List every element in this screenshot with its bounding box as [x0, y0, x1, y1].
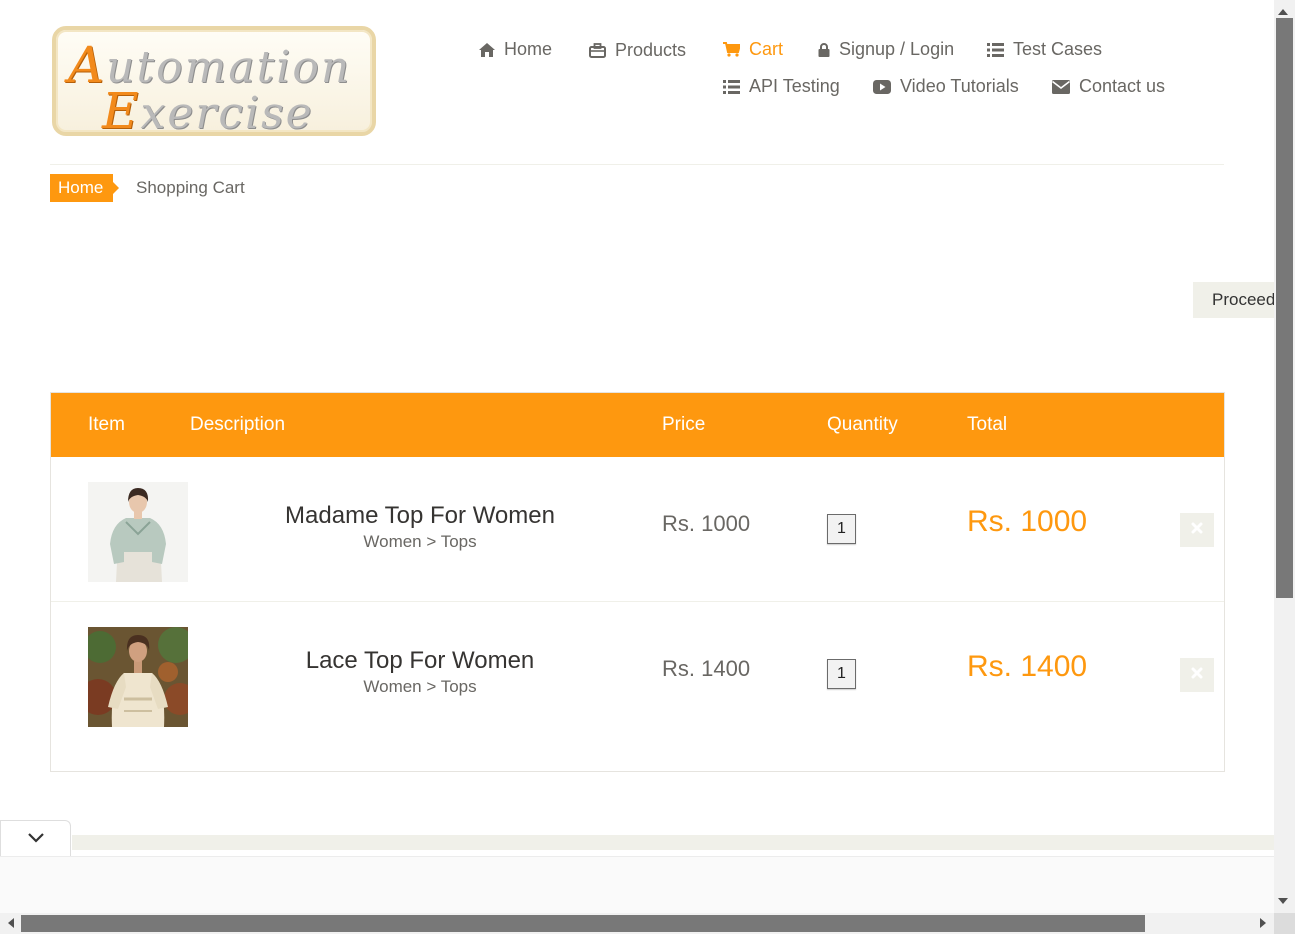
breadcrumb-current: Shopping Cart	[136, 178, 245, 197]
scrollbar-corner	[1274, 913, 1295, 934]
nav-contact-us[interactable]: Contact us	[1052, 76, 1165, 97]
collapse-panel-tab[interactable]	[0, 820, 71, 856]
close-icon	[1191, 666, 1203, 684]
product-category: Women > Tops	[363, 532, 477, 551]
nav-home-label: Home	[504, 39, 553, 59]
nav-home[interactable]: Home	[479, 39, 552, 60]
nav-video-tutorials[interactable]: Video Tutorials	[873, 76, 1019, 97]
close-icon	[1191, 521, 1203, 539]
footer-strip	[72, 835, 1274, 850]
home-icon	[479, 42, 495, 57]
cart-table-header: Item Description Price Quantity Total	[51, 393, 1224, 457]
woman-in-floral-shirt-photo	[88, 482, 188, 582]
product-category: Women > Tops	[363, 677, 477, 696]
nav-test-cases-label: Test Cases	[1013, 39, 1103, 59]
nav-products-label: Products	[615, 40, 687, 60]
product-name[interactable]: Lace Top For Women	[220, 647, 620, 675]
woman-in-lace-top-photo	[88, 627, 188, 727]
nav-api-testing[interactable]: API Testing	[723, 76, 840, 97]
product-image[interactable]	[88, 482, 188, 582]
logo-line-exercise: Exercise	[102, 82, 314, 140]
horizontal-scrollbar-thumb[interactable]	[21, 915, 1145, 932]
nav-cart[interactable]: Cart	[723, 39, 783, 60]
product-price: Rs. 1400	[662, 656, 751, 681]
product-image[interactable]	[88, 627, 188, 727]
table-row: Lace Top For Women Women > Tops Rs. 1400…	[51, 602, 1224, 747]
list-icon	[723, 79, 740, 94]
scroll-right-arrow-icon[interactable]	[1260, 918, 1266, 928]
product-total: Rs. 1000	[967, 505, 1088, 538]
lock-icon	[818, 42, 830, 57]
header-price: Price	[662, 414, 706, 435]
briefcase-icon	[589, 43, 606, 58]
site-logo[interactable]: Automation Exercise	[52, 26, 376, 140]
chevron-down-icon	[27, 830, 45, 848]
header-quantity: Quantity	[827, 414, 898, 435]
product-total: Rs. 1400	[967, 650, 1088, 683]
envelope-icon	[1052, 79, 1070, 94]
footer-area	[0, 856, 1274, 913]
nav-contact-us-label: Contact us	[1079, 76, 1166, 96]
header-divider	[50, 164, 1224, 165]
nav-cart-label: Cart	[749, 39, 784, 59]
delete-item-button[interactable]	[1180, 513, 1214, 547]
nav-api-testing-label: API Testing	[749, 76, 840, 96]
youtube-play-icon	[873, 79, 891, 94]
nav-products[interactable]: Products	[589, 40, 686, 61]
header-item: Item	[88, 414, 125, 435]
cart-table: Item Description Price Quantity Total Ma…	[50, 392, 1225, 772]
nav-video-tutorials-label: Video Tutorials	[900, 76, 1019, 96]
nav-test-cases[interactable]: Test Cases	[987, 39, 1102, 60]
scroll-left-arrow-icon[interactable]	[8, 918, 14, 928]
proceed-to-checkout-button[interactable]: Proceed To Checkout	[1193, 282, 1283, 318]
quantity-box: 1	[827, 514, 856, 544]
list-icon	[987, 42, 1004, 57]
product-name[interactable]: Madame Top For Women	[220, 502, 620, 530]
quantity-box: 1	[827, 659, 856, 689]
scroll-down-arrow-icon[interactable]	[1278, 898, 1288, 904]
scroll-up-arrow-icon[interactable]	[1278, 9, 1288, 15]
shopping-cart-icon	[723, 42, 740, 57]
nav-signup-login[interactable]: Signup / Login	[818, 39, 954, 60]
delete-item-button[interactable]	[1180, 658, 1214, 692]
header-description: Description	[190, 414, 286, 435]
product-price: Rs. 1000	[662, 511, 751, 536]
header-total: Total	[967, 414, 1008, 435]
nav-signup-login-label: Signup / Login	[839, 39, 955, 59]
breadcrumb-home[interactable]: Home	[50, 174, 119, 202]
vertical-scrollbar-thumb[interactable]	[1276, 18, 1293, 598]
table-row: Madame Top For Women Women > Tops Rs. 10…	[51, 457, 1224, 602]
